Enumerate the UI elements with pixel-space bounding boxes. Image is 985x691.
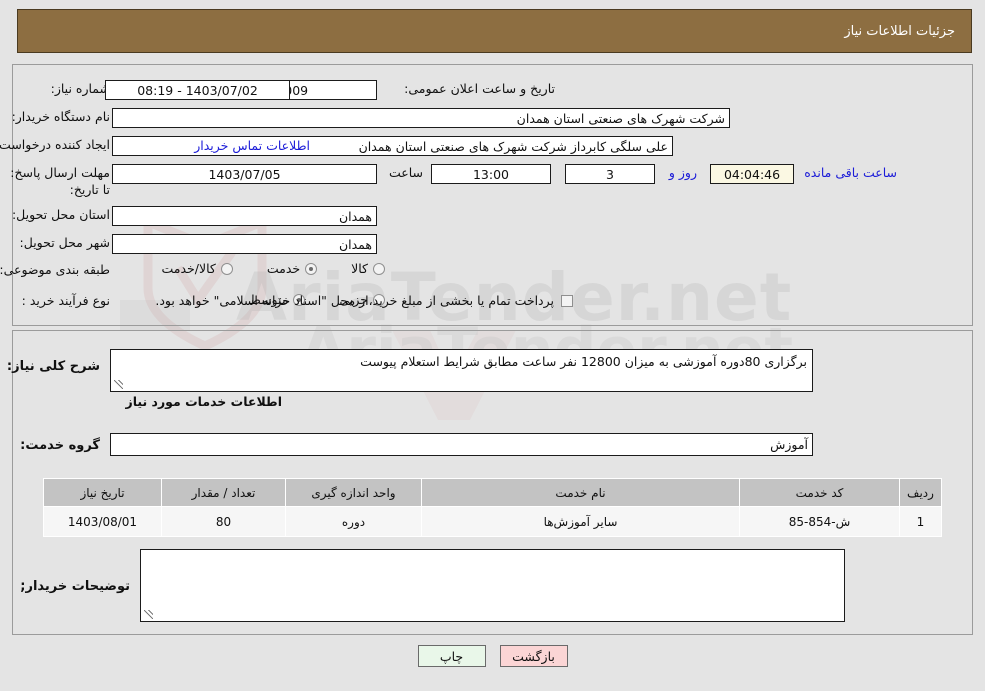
print-button[interactable]: چاپ [417, 645, 486, 667]
buyer-contact-link[interactable]: اطلاعات تماس خریدار [194, 138, 310, 153]
buyer-org-label: نام دستگاه خریدار: [11, 109, 110, 124]
days-label: روز و [668, 165, 697, 180]
col-service-code: کد خدمت [739, 478, 900, 507]
public-announce-field[interactable]: 1403/07/02 - 08:19 [105, 80, 290, 100]
category-option-kala-label: کالا [351, 261, 368, 276]
radio-kala-icon[interactable] [373, 262, 385, 275]
treasury-checkbox-row[interactable]: پرداخت تمام یا بخشی از مبلغ خرید،از محل … [155, 293, 573, 310]
category-row: طبقه بندی موضوعی: [0, 262, 110, 279]
public-announce-label: تاریخ و ساعت اعلان عمومی: [404, 81, 555, 96]
services-table: ردیف کد خدمت نام خدمت واحد اندازه گیری ت… [43, 478, 942, 537]
cell-service-code: ش-854-85 [739, 506, 900, 537]
creator-row: ایجاد کننده درخواست: [0, 137, 110, 154]
col-quantity: تعداد / مقدار [161, 478, 286, 507]
col-need-date: تاریخ نیاز [43, 478, 162, 507]
need-desc-label: شرح کلی نیاز: [6, 359, 100, 374]
days-field-wrap: 3 [565, 164, 655, 184]
need-desc-textarea[interactable]: برگزاری 80دوره آموزشی به میزان 12800 نفر… [110, 349, 813, 392]
process-row: نوع فرآیند خرید : [22, 293, 110, 310]
buyer-org-field-wrap: شرکت شهرک های صنعتی استان همدان [112, 108, 730, 128]
creator-label: ایجاد کننده درخواست: [0, 137, 110, 152]
col-radif: ردیف [899, 478, 942, 507]
public-announce-label-wrap: تاریخ و ساعت اعلان عمومی: [404, 81, 555, 98]
hour-label-wrap: ساعت [389, 165, 423, 182]
category-radio-group: کالا خدمت کالا/خدمت [161, 261, 385, 276]
city-label: شهر محل تحویل: [19, 235, 110, 250]
services-section-title: اطلاعات خدمات مورد نیاز [125, 394, 283, 409]
treasury-checkbox-label: پرداخت تمام یا بخشی از مبلغ خرید،از محل … [155, 293, 554, 308]
deadline-label: مهلت ارسال پاسخ: تا تاریخ: [10, 165, 110, 197]
cell-service-name: سایر آموزش‌ها [421, 506, 740, 537]
category-option-khedmat[interactable]: خدمت [266, 261, 318, 276]
province-label: استان محل تحویل: [11, 207, 110, 222]
hour-field[interactable]: 13:00 [431, 164, 551, 184]
service-group-label: گروه خدمت: [20, 438, 100, 453]
page-root: AriaTender.net AriaTender.net جزئیات اطل… [0, 0, 985, 691]
category-option-khedmat-label: خدمت [266, 261, 301, 276]
radio-khedmat-icon[interactable] [305, 262, 318, 275]
buyer-notes-textarea[interactable] [140, 549, 845, 622]
cell-unit: دوره [285, 506, 422, 537]
days-field[interactable]: 3 [565, 164, 655, 184]
page-header: جزئیات اطلاعات نیاز [17, 9, 972, 53]
category-option-kala-khedmat[interactable]: کالا/خدمت [161, 261, 233, 276]
countdown-wrap: 04:04:46 [710, 164, 794, 184]
category-option-kala[interactable]: کالا [351, 261, 385, 276]
need-info-panel [12, 64, 973, 326]
service-group-field[interactable]: آموزش [110, 433, 813, 456]
hour-label: ساعت [388, 165, 423, 180]
col-service-name: نام خدمت [421, 478, 740, 507]
buyer-notes-label: توضیحات خریدار; [20, 579, 130, 594]
public-announce-field-wrap: 1403/07/02 - 08:19 [102, 80, 290, 100]
service-group-label-wrap: گروه خدمت: [20, 437, 100, 455]
city-field[interactable]: همدان [112, 234, 377, 254]
page-title: جزئیات اطلاعات نیاز [844, 23, 955, 39]
cell-quantity: 80 [161, 506, 286, 537]
cell-radif: 1 [899, 506, 942, 537]
need-desc-label-wrap: شرح کلی نیاز: [7, 358, 100, 376]
buyer-org-field[interactable]: شرکت شهرک های صنعتی استان همدان [112, 108, 730, 128]
category-option-kala-khedmat-label: کالا/خدمت [161, 261, 216, 276]
back-button[interactable]: بازگشت [499, 645, 568, 667]
hour-field-wrap: 13:00 [431, 164, 551, 184]
province-field-wrap: همدان [112, 206, 377, 226]
process-label: نوع فرآیند خرید : [21, 293, 110, 308]
deadline-date-field[interactable]: 1403/07/05 [112, 164, 377, 184]
buyer-contact-link-wrap: اطلاعات تماس خریدار [162, 138, 310, 153]
radio-kala-khedmat-icon[interactable] [220, 262, 233, 275]
action-button-bar: بازگشت چاپ [0, 645, 985, 667]
col-unit: واحد اندازه گیری [285, 478, 422, 507]
treasury-checkbox-icon[interactable] [561, 295, 573, 308]
city-row: شهر محل تحویل: [20, 235, 110, 252]
buyer-org-row: نام دستگاه خریدار: [12, 109, 110, 126]
province-field[interactable]: همدان [112, 206, 377, 226]
remaining-time-label: ساعت باقی مانده [804, 165, 897, 180]
deadline-date-wrap: 1403/07/05 [112, 164, 377, 184]
table-row[interactable]: 1 ش-854-85 سایر آموزش‌ها دوره 80 1403/08… [43, 506, 942, 537]
deadline-label-wrap: مهلت ارسال پاسخ: تا تاریخ: [10, 165, 110, 199]
remaining-label-wrap: ساعت باقی مانده [804, 165, 897, 180]
days-label-wrap: روز و [669, 165, 697, 180]
city-field-wrap: همدان [112, 234, 377, 254]
province-row: استان محل تحویل: [12, 207, 110, 224]
category-label: طبقه بندی موضوعی: [0, 262, 110, 277]
services-table-wrap: ردیف کد خدمت نام خدمت واحد اندازه گیری ت… [43, 478, 942, 537]
service-group-field-wrap: آموزش [110, 433, 813, 456]
countdown-field: 04:04:46 [710, 164, 794, 184]
table-header-row: ردیف کد خدمت نام خدمت واحد اندازه گیری ت… [43, 478, 942, 507]
cell-need-date: 1403/08/01 [43, 506, 162, 537]
buyer-notes-label-wrap: توضیحات خریدار; [20, 578, 130, 596]
